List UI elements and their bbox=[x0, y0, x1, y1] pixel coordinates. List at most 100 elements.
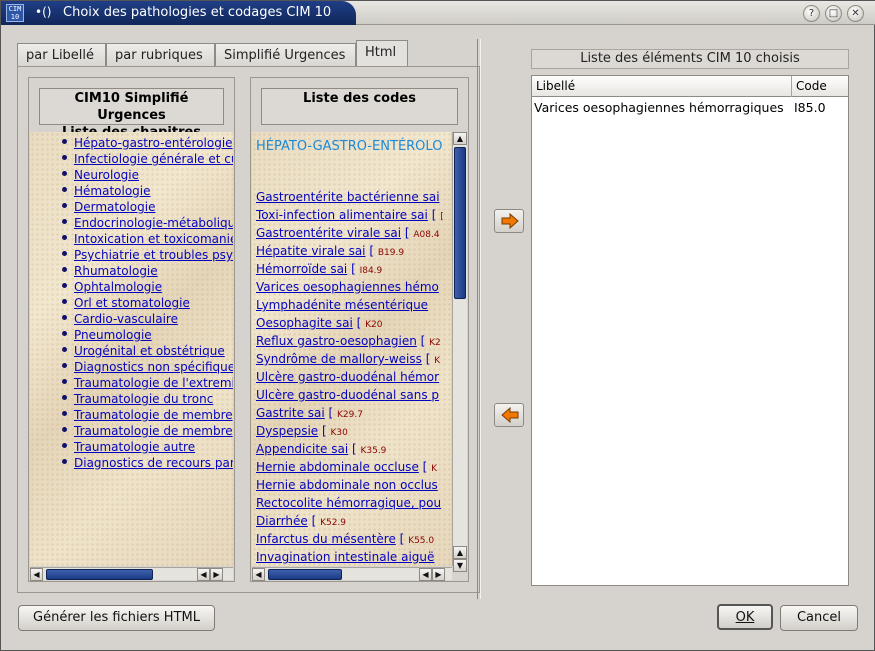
chapter-item[interactable]: Neurologie bbox=[30, 167, 233, 183]
code-item[interactable]: Invagination intestinale aiguë bbox=[256, 548, 434, 566]
chapter-link[interactable]: Orl et stomatologie bbox=[74, 295, 190, 311]
code-item[interactable]: Appendicite sai [ K35.9 bbox=[256, 440, 386, 458]
chapter-item[interactable]: Rhumatologie bbox=[30, 263, 233, 279]
tab-simplifie-urgences[interactable]: Simplifié Urgences bbox=[215, 43, 356, 66]
chapter-item[interactable]: Traumatologie du tronc bbox=[30, 391, 233, 407]
code-item[interactable]: Rectocolite hémorragique, pou bbox=[256, 494, 441, 512]
code-item[interactable]: Gastroentérite virale sai [ A08.4 bbox=[256, 224, 440, 242]
chapter-link[interactable]: Diagnostics non spécifique bbox=[74, 359, 233, 375]
code-item[interactable]: Syndrôme de mallory-weiss [ K bbox=[256, 350, 440, 368]
remove-code-button[interactable] bbox=[494, 403, 524, 427]
code-link[interactable]: Toxi-infection alimentaire sai bbox=[256, 208, 428, 222]
help-icon[interactable]: ? bbox=[803, 5, 820, 22]
selected-row-code[interactable]: I85.0 bbox=[794, 100, 826, 115]
code-link[interactable]: Ulcère gastro-duodénal hémor bbox=[256, 370, 439, 384]
code-item[interactable]: Lymphadénite mésentérique bbox=[256, 296, 428, 314]
column-libelle[interactable]: Libellé bbox=[532, 76, 792, 97]
chapter-item[interactable]: Cardio-vasculaire bbox=[30, 311, 233, 327]
code-item[interactable]: Varices oesophagiennes hémo bbox=[256, 278, 439, 296]
code-link[interactable]: Gastrite sai bbox=[256, 406, 325, 420]
chapter-link[interactable]: Traumatologie du tronc bbox=[74, 391, 213, 407]
code-item[interactable]: Gastrite sai [ K29.7 bbox=[256, 404, 363, 422]
scroll-left-icon[interactable]: ◀ bbox=[419, 568, 432, 581]
chapter-item[interactable]: Traumatologie autre bbox=[30, 439, 233, 455]
code-item[interactable]: Hernie abdominale non occlus bbox=[256, 476, 438, 494]
chapter-item[interactable]: Traumatologie de l'extremi bbox=[30, 375, 233, 391]
code-link[interactable]: Dyspepsie bbox=[256, 424, 318, 438]
code-link[interactable]: Invagination intestinale aiguë bbox=[256, 550, 434, 564]
code-link[interactable]: Hémorroïde sai bbox=[256, 262, 347, 276]
code-item[interactable]: Ulcère gastro-duodénal hémor bbox=[256, 368, 439, 386]
chapter-link[interactable]: Traumatologie autre bbox=[74, 439, 195, 455]
code-item[interactable]: Ulcère gastro-duodénal sans p bbox=[256, 386, 439, 404]
chapter-item[interactable]: Orl et stomatologie bbox=[30, 295, 233, 311]
scroll-left-icon[interactable]: ◀ bbox=[30, 568, 43, 581]
chapter-item[interactable]: Dermatologie bbox=[30, 199, 233, 215]
chapter-item[interactable]: Hématologie bbox=[30, 183, 233, 199]
chapter-item[interactable]: Hépato-gastro-entérologie bbox=[30, 135, 233, 151]
code-item[interactable]: Toxi-infection alimentaire sai [ [ bbox=[256, 206, 444, 224]
selected-table[interactable]: Libellé Code Varices oesophagiennes hémo… bbox=[531, 75, 849, 586]
code-item[interactable]: Gastroentérite bactérienne sai bbox=[256, 188, 440, 206]
chapter-link[interactable]: Cardio-vasculaire bbox=[74, 311, 178, 327]
code-link[interactable]: Varices oesophagiennes hémo bbox=[256, 280, 439, 294]
code-item[interactable]: Dyspepsie [ K30 bbox=[256, 422, 348, 440]
column-code[interactable]: Code bbox=[792, 76, 848, 97]
window-menu-icon[interactable]: •() bbox=[35, 5, 51, 19]
code-link[interactable]: Syndrôme de mallory-weiss bbox=[256, 352, 422, 366]
chapter-link[interactable]: Neurologie bbox=[74, 167, 139, 183]
chapters-view[interactable]: Hépato-gastro-entérologie Infectiologie g… bbox=[30, 132, 233, 566]
code-link[interactable]: Hernie abdominale non occlus bbox=[256, 478, 438, 492]
tab-par-libelle[interactable]: par Libellé bbox=[17, 43, 106, 66]
code-link[interactable]: Hépatite virale sai bbox=[256, 244, 366, 258]
chapter-item[interactable]: Infectiologie générale et cu bbox=[30, 151, 233, 167]
scroll-right-icon[interactable]: ▶ bbox=[432, 568, 445, 581]
code-link[interactable]: Hernie abdominale occluse bbox=[256, 460, 419, 474]
code-link[interactable]: Rectocolite hémorragique, pou bbox=[256, 496, 441, 510]
scroll-up-icon[interactable]: ▲ bbox=[453, 546, 467, 559]
chapter-link[interactable]: Intoxication et toxicomanie bbox=[74, 231, 233, 247]
chapter-item[interactable]: Diagnostics non spécifique bbox=[30, 359, 233, 375]
add-code-button[interactable] bbox=[494, 209, 524, 233]
chapter-link[interactable]: Urogénital et obstétrique bbox=[74, 343, 225, 359]
maximize-icon[interactable]: □ bbox=[825, 5, 842, 22]
code-link[interactable]: Oesophagite sai bbox=[256, 316, 353, 330]
chapter-item[interactable]: Psychiatrie et troubles psyc bbox=[30, 247, 233, 263]
chapter-item[interactable]: Traumatologie de membre bbox=[30, 423, 233, 439]
chapter-link[interactable]: Endocrinologie-métabolique bbox=[74, 215, 233, 231]
chapter-link[interactable]: Diagnostics de recours par bbox=[74, 455, 233, 471]
code-item[interactable]: Oesophagite sai [ K20 bbox=[256, 314, 382, 332]
chapter-link[interactable]: Pneumologie bbox=[74, 327, 152, 343]
codes-view[interactable]: HÉPATO-GASTRO-ENTÉROLO Gastroentérite ba… bbox=[252, 132, 451, 566]
ok-button[interactable]: OK bbox=[717, 604, 773, 630]
chapter-link[interactable]: Rhumatologie bbox=[74, 263, 158, 279]
code-item[interactable]: Hernie abdominale occluse [ K bbox=[256, 458, 437, 476]
code-item[interactable]: Diarrhée [ K52.9 bbox=[256, 512, 346, 530]
chapter-item[interactable]: Ophtalmologie bbox=[30, 279, 233, 295]
code-link[interactable]: Ulcère gastro-duodénal sans p bbox=[256, 388, 439, 402]
tab-html[interactable]: Html bbox=[356, 40, 408, 67]
code-item[interactable]: Hépatite virale sai [ B19.9 bbox=[256, 242, 404, 260]
scroll-thumb[interactable] bbox=[268, 569, 342, 580]
cancel-button[interactable]: Cancel bbox=[780, 605, 858, 631]
codes-horizontal-scrollbar[interactable]: ◀ ◀ ▶ bbox=[252, 567, 452, 581]
code-link[interactable]: Diarrhée bbox=[256, 514, 308, 528]
scroll-thumb[interactable] bbox=[46, 569, 153, 580]
chapter-item[interactable]: Intoxication et toxicomanie bbox=[30, 231, 233, 247]
chapter-link[interactable]: Hépato-gastro-entérologie bbox=[74, 135, 233, 151]
chapter-link[interactable]: Traumatologie de membre bbox=[74, 423, 233, 439]
chapters-horizontal-scrollbar[interactable]: ◀ ◀ ▶ bbox=[30, 567, 233, 581]
scroll-left-icon[interactable]: ◀ bbox=[252, 568, 265, 581]
code-link[interactable]: Infarctus du mésentère bbox=[256, 532, 396, 546]
title-bar[interactable]: CIM 10 •() Choix des pathologies et coda… bbox=[1, 1, 875, 25]
chapter-link[interactable]: Psychiatrie et troubles psyc bbox=[74, 247, 233, 263]
chapter-link[interactable]: Dermatologie bbox=[74, 199, 155, 215]
code-link[interactable]: Lymphadénite mésentérique bbox=[256, 298, 428, 312]
codes-vertical-scrollbar[interactable]: ▲ ▲ ▼ bbox=[452, 132, 467, 572]
chapter-item[interactable]: Endocrinologie-métabolique bbox=[30, 215, 233, 231]
code-item[interactable]: Reflux gastro-oesophagien [ K2 bbox=[256, 332, 441, 350]
generate-html-button[interactable]: Générer les fichiers HTML bbox=[18, 605, 215, 631]
scroll-up-icon[interactable]: ▲ bbox=[453, 132, 467, 145]
chapter-link[interactable]: Hématologie bbox=[74, 183, 151, 199]
chapter-item[interactable]: Diagnostics de recours par bbox=[30, 455, 233, 471]
